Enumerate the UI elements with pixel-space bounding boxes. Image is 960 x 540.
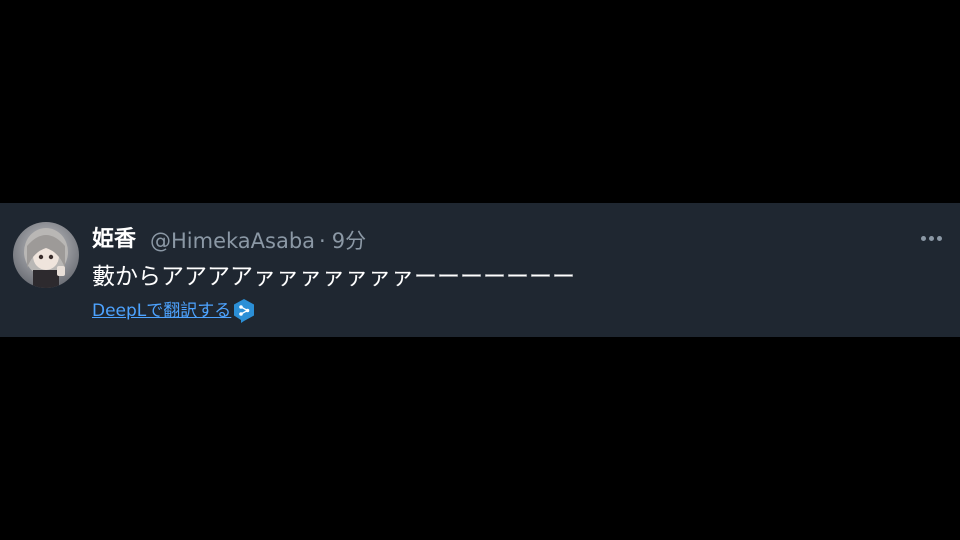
tweet-meta: @HimekaAsaba · 9分: [150, 227, 366, 255]
more-dot: [928, 235, 934, 241]
avatar[interactable]: [13, 222, 79, 288]
translate-link[interactable]: DeepLで翻訳する: [92, 299, 231, 323]
meta-separator: ·: [319, 229, 326, 253]
display-name[interactable]: 姫香: [92, 226, 136, 254]
more-horizontal-icon: [920, 235, 926, 241]
tweet-timestamp[interactable]: 9分: [332, 229, 366, 253]
user-handle[interactable]: @HimekaAsaba: [150, 229, 315, 253]
deepl-icon[interactable]: [232, 298, 256, 324]
more-dot: [936, 235, 942, 241]
avatar-image: [13, 222, 79, 288]
more-options-button[interactable]: [916, 226, 946, 250]
tweet-text: 藪からアアアアァァァァァァァーーーーーーー: [92, 264, 575, 290]
